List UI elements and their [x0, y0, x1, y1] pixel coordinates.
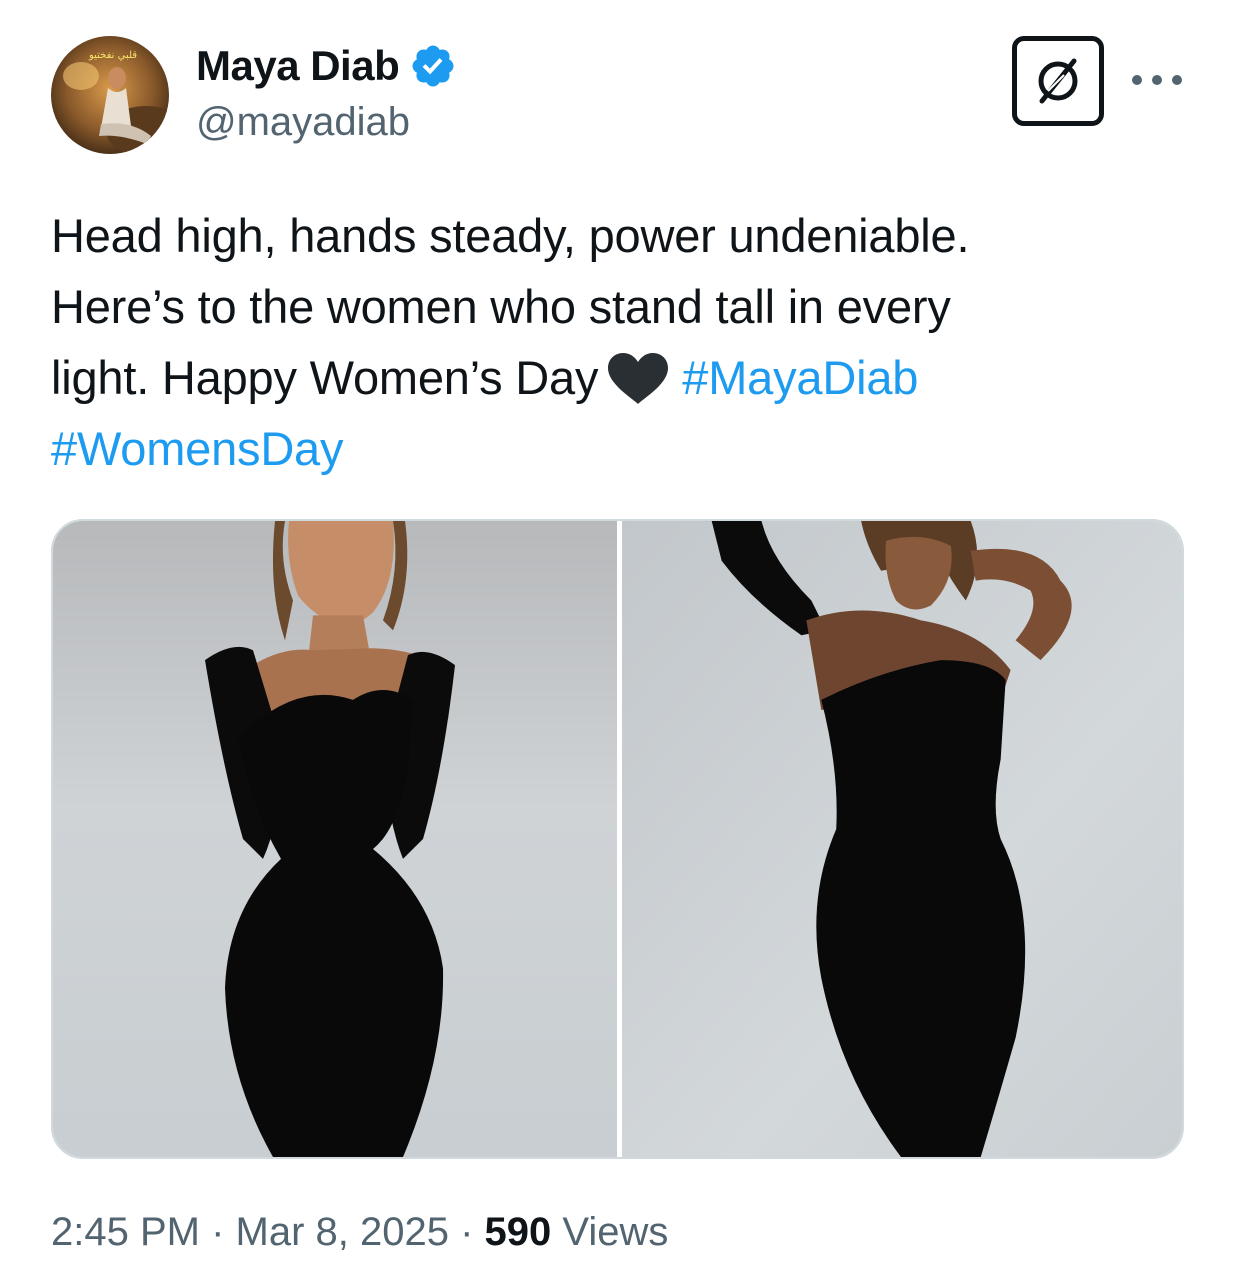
- author-handle[interactable]: @mayadiab: [196, 100, 410, 145]
- tweet-line-2: Here’s to the women who stand tall in ev…: [51, 280, 951, 333]
- meta-separator: ·: [448, 1210, 485, 1254]
- hashtag-womensday[interactable]: #WomensDay: [51, 422, 344, 475]
- tweet-date[interactable]: Mar 8, 2025: [236, 1210, 449, 1254]
- black-heart-icon: [608, 353, 669, 404]
- tweet-line-1: Head high, hands steady, power undeniabl…: [51, 209, 970, 262]
- media-grid: [51, 519, 1184, 1159]
- hashtag-mayadiab[interactable]: #MayaDiab: [682, 351, 918, 404]
- tweet-meta: 2:45 PM · Mar 8, 2025 · 590 Views: [51, 1210, 668, 1255]
- views-label[interactable]: Views: [551, 1210, 668, 1254]
- tweet-time[interactable]: 2:45 PM: [51, 1210, 200, 1254]
- photo-1-image: [53, 521, 617, 1157]
- author-name-row[interactable]: Maya Diab: [196, 40, 457, 92]
- photo-2-image: [622, 521, 1182, 1157]
- more-options-button[interactable]: [1128, 60, 1186, 100]
- svg-text:قلبي نفختيو: قلبي نفختيو: [88, 50, 137, 61]
- author-name[interactable]: Maya Diab: [196, 42, 400, 90]
- more-icon: [1132, 75, 1182, 85]
- avatar[interactable]: قلبي نفختيو: [51, 36, 169, 154]
- tweet-line-3: light. Happy Women’s Day #MayaDiab: [51, 342, 1191, 413]
- meta-separator: ·: [199, 1210, 236, 1254]
- photo-2[interactable]: [622, 521, 1182, 1157]
- tweet-text: Head high, hands steady, power undeniabl…: [51, 200, 1191, 484]
- tweet-line-4: #WomensDay: [51, 413, 1191, 484]
- grok-button[interactable]: [1012, 36, 1104, 126]
- avatar-image: قلبي نفختيو: [51, 36, 169, 154]
- photo-1[interactable]: [53, 521, 617, 1157]
- grok-icon: [1038, 58, 1078, 104]
- views-count[interactable]: 590: [485, 1210, 552, 1254]
- tweet-line-3-text: light. Happy Women’s Day: [51, 351, 599, 404]
- verified-badge-icon: [412, 45, 454, 87]
